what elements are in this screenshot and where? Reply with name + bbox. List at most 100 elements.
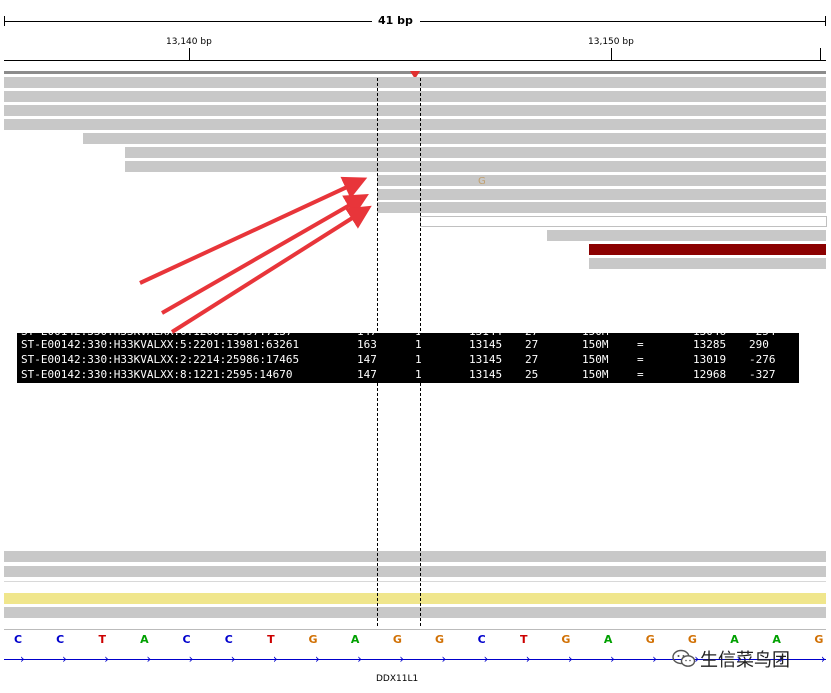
igv-alignment-view: 41 bp 13,140 bp 13,150 bp G ST-E00142:33…: [0, 0, 831, 693]
ruler-tick: [820, 48, 821, 60]
watermark: 生信菜鸟团: [672, 646, 790, 672]
tooltip-cell: =: [637, 353, 644, 366]
sequence-base: T: [267, 633, 275, 646]
tooltip-cell: 147: [357, 353, 377, 366]
ruler-tick-label: 13,150 bp: [588, 37, 634, 47]
sequence-base: G: [561, 633, 571, 646]
right-arrow-icon: ›: [62, 652, 67, 666]
right-arrow-icon: ›: [441, 652, 447, 666]
read[interactable]: [4, 91, 826, 102]
right-arrow-icon: ›: [104, 652, 110, 666]
read-mapq-low[interactable]: [589, 244, 826, 255]
read[interactable]: [4, 607, 826, 618]
tooltip-row: ST-E00142:330:H33KVALXX:8:1221:2595:1467…: [17, 368, 799, 381]
sequence-base: G: [687, 633, 697, 646]
sequence-base: G: [434, 633, 445, 646]
read[interactable]: [420, 216, 827, 227]
tooltip-cell: 13145: [469, 368, 503, 381]
read[interactable]: [377, 189, 826, 200]
tooltip-row: ST-E00142:330:H33KVALXX:5:2201:13981:632…: [17, 338, 799, 351]
ruler-span-start: [4, 16, 5, 26]
tooltip-cell: 27: [525, 338, 539, 351]
gene-name[interactable]: DDX11L1: [376, 674, 418, 684]
right-arrow-icon: ›: [272, 652, 278, 666]
right-arrow-icon: ›: [820, 652, 826, 666]
sequence-base: C: [13, 633, 23, 646]
sequence-base: T: [520, 633, 528, 646]
read[interactable]: [377, 202, 826, 213]
read[interactable]: [4, 119, 826, 130]
sequence-base: G: [645, 633, 655, 646]
sequence-base: A: [603, 633, 613, 646]
tooltip-cell: -276: [749, 353, 776, 366]
tooltip-cell: 150M: [582, 338, 609, 351]
sequence-base: C: [56, 633, 65, 646]
right-arrow-icon: ›: [230, 652, 236, 666]
ruler-tick: [611, 48, 612, 60]
read-highlighted[interactable]: [4, 593, 826, 604]
tooltip-cell: 13285: [693, 338, 727, 351]
right-arrow-icon: ›: [652, 652, 658, 666]
right-arrow-icon: ›: [567, 652, 573, 666]
sequence-base: G: [392, 633, 402, 646]
mismatch-base: G: [478, 176, 486, 187]
sequence-base: G: [308, 633, 318, 646]
read[interactable]: [125, 147, 826, 158]
ruler-span-line-right: [420, 21, 826, 22]
annotation-arrow: [170, 205, 372, 334]
right-arrow-icon: ›: [525, 652, 531, 666]
read[interactable]: [547, 230, 826, 241]
ruler-baseline: [4, 60, 826, 61]
annotation-arrow: [161, 194, 369, 315]
sequence-divider: [4, 629, 826, 630]
read-info-popup: ST-E00142:330:H33KVALXX:6:1208:29497:713…: [17, 333, 799, 383]
right-arrow-icon: ›: [20, 652, 25, 666]
tooltip-cell: ST-E00142:330:H33KVALXX:8:1221:2595:1467…: [21, 368, 293, 381]
tooltip-cell: 25: [525, 368, 539, 381]
sequence-base: A: [730, 633, 739, 646]
read[interactable]: [4, 551, 826, 562]
watermark-text: 生信菜鸟团: [700, 650, 790, 671]
ruler-span-label: 41 bp: [378, 14, 413, 27]
tooltip-cell: 150M: [582, 368, 609, 381]
read[interactable]: [83, 133, 826, 144]
read[interactable]: [4, 77, 826, 88]
read[interactable]: [377, 175, 826, 186]
tooltip-cell: 13145: [469, 353, 503, 366]
tooltip-row: ST-E00142:330:H33KVALXX:2:2214:25986:174…: [17, 353, 799, 366]
ruler-tick: [189, 48, 190, 60]
tooltip-cell: ST-E00142:330:H33KVALXX:2:2214:25986:174…: [21, 353, 300, 366]
sequence-base: T: [98, 633, 107, 646]
track-divider: [4, 581, 826, 582]
sequence-base: A: [350, 633, 360, 646]
read[interactable]: [589, 258, 826, 269]
right-arrow-icon: ›: [315, 652, 320, 666]
read[interactable]: [125, 161, 826, 172]
tooltip-cell: 13145: [469, 338, 503, 351]
sequence-base: C: [477, 633, 486, 646]
read[interactable]: [4, 105, 826, 116]
tooltip-cell: 13019: [693, 353, 727, 366]
read[interactable]: [4, 566, 826, 577]
sequence-base: C: [182, 633, 191, 646]
center-guide-left: [377, 78, 378, 626]
ruler-span-end: [825, 16, 826, 26]
sequence-base: A: [140, 633, 149, 646]
tooltip-cell: 150M: [582, 353, 609, 366]
tooltip-cell: 163: [357, 338, 377, 351]
tooltip-cell: =: [637, 338, 644, 351]
tooltip-cell: 290: [749, 338, 769, 351]
sequence-base: C: [224, 633, 233, 646]
right-arrow-icon: ›: [188, 652, 194, 666]
right-arrow-icon: ›: [357, 652, 362, 666]
right-arrow-icon: ›: [483, 652, 489, 666]
sequence-base: G: [814, 633, 824, 646]
right-arrow-icon: ›: [610, 652, 615, 666]
tooltip-cell: 147: [357, 368, 377, 381]
tooltip-cell: ST-E00142:330:H33KVALXX:5:2201:13981:632…: [21, 338, 300, 351]
center-guide-right: [420, 78, 421, 626]
wechat-icon: [672, 649, 696, 667]
right-arrow-icon: ›: [146, 652, 152, 666]
tooltip-cell: -327: [749, 368, 776, 381]
annotation-arrow: [139, 176, 368, 285]
